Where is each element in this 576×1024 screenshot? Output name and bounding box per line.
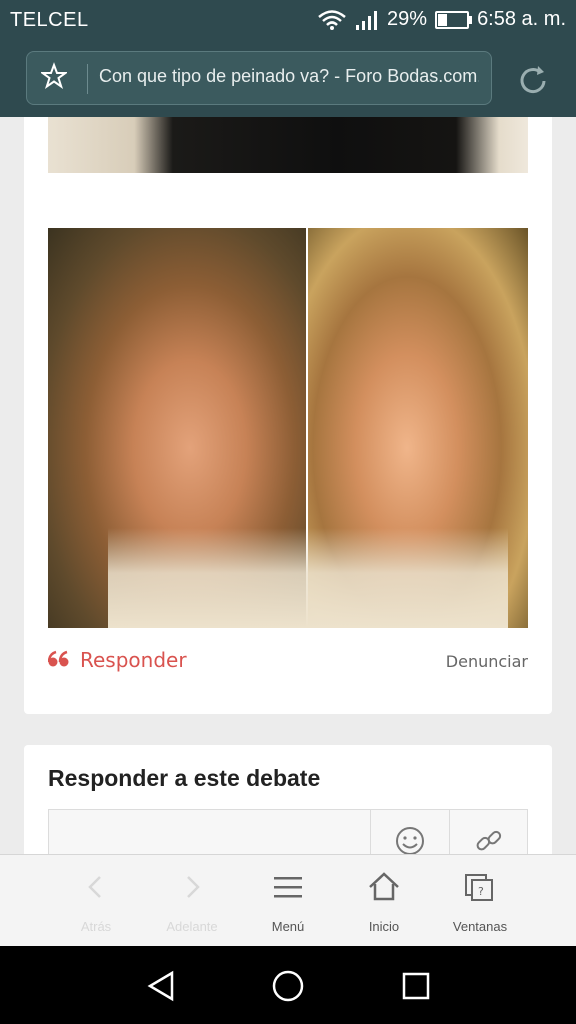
photo-dress-tone <box>108 528 508 628</box>
nav-back-icon[interactable] <box>146 970 176 1002</box>
signal-icon <box>356 10 378 30</box>
chevron-left-icon <box>88 876 101 898</box>
browser-toolbar: Atrás Adelante Menú Inicio ? Ventanas <box>0 854 576 947</box>
menu-button[interactable]: Menú <box>240 855 336 947</box>
reply-editor[interactable] <box>48 809 528 854</box>
wifi-icon <box>318 9 346 30</box>
clock: 6:58 a. m. <box>477 8 566 30</box>
post-card: Responder Denunciar <box>24 117 552 714</box>
svg-text:?: ? <box>478 885 484 898</box>
reply-link[interactable]: Responder <box>80 648 187 672</box>
carrier-name: TELCEL <box>10 9 89 31</box>
status-bar: TELCEL 29% 6:58 a. m. <box>0 0 576 42</box>
nav-recents-icon[interactable] <box>402 972 430 1000</box>
chevron-right-icon <box>187 876 200 898</box>
quote-icon <box>48 650 69 667</box>
emoji-button[interactable] <box>370 810 449 854</box>
system-nav-bar <box>0 946 576 1024</box>
battery-percent: 29% <box>387 8 428 30</box>
smiley-icon <box>396 827 424 854</box>
link-button[interactable] <box>449 810 528 854</box>
reply-card-title: Responder a este debate <box>48 765 321 791</box>
post-image-top <box>48 117 528 173</box>
report-link[interactable]: Denunciar <box>446 652 528 671</box>
forward-label: Adelante <box>166 919 218 934</box>
post-actions: Responder Denunciar <box>48 646 528 678</box>
nav-home-icon[interactable] <box>272 970 304 1002</box>
page-content: Responder Denunciar Responder a este deb… <box>0 117 576 854</box>
status-right: 29% 6:58 a. m. <box>317 8 566 31</box>
bookmark-star-icon[interactable] <box>41 62 67 90</box>
windows-button[interactable]: ? Ventanas <box>432 855 528 947</box>
battery-icon <box>435 10 473 29</box>
reload-icon[interactable] <box>516 64 550 98</box>
back-label: Atrás <box>80 919 112 934</box>
menu-label: Menú <box>271 919 305 934</box>
home-label: Inicio <box>368 919 400 934</box>
forward-button[interactable]: Adelante <box>144 855 240 947</box>
url-divider <box>87 64 88 94</box>
url-title-text: Con que tipo de peinado va? - Foro Bodas… <box>99 66 479 86</box>
home-button[interactable]: Inicio <box>336 855 432 947</box>
home-icon <box>369 872 399 901</box>
tabs-windows-icon: ? <box>465 874 493 901</box>
back-button[interactable]: Atrás <box>48 855 144 947</box>
link-icon <box>476 830 502 851</box>
hamburger-menu-icon <box>274 877 302 898</box>
post-image-hairstyle[interactable] <box>48 228 528 628</box>
url-field[interactable]: Con que tipo de peinado va? - Foro Bodas… <box>26 51 492 105</box>
reply-card: Responder a este debate <box>24 745 552 854</box>
windows-label: Ventanas <box>452 919 508 934</box>
browser-address-bar: Con que tipo de peinado va? - Foro Bodas… <box>0 42 576 117</box>
